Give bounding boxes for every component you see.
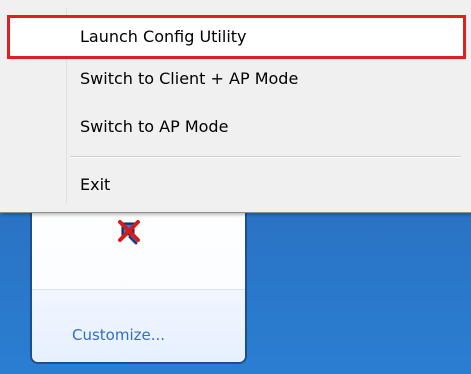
menu-item-switch-client-ap-mode[interactable]: Switch to Client + AP Mode xyxy=(10,60,463,98)
customize-link[interactable]: Customize... xyxy=(72,326,165,344)
menu-item-launch-config-utility[interactable]: Launch Config Utility xyxy=(7,15,466,59)
network-disabled-icon[interactable] xyxy=(112,214,146,248)
context-menu: Launch Config Utility Switch to Client +… xyxy=(0,0,471,213)
customize-area: Customize... xyxy=(32,289,245,362)
menu-item-exit[interactable]: Exit xyxy=(10,166,463,204)
menu-item-switch-ap-mode[interactable]: Switch to AP Mode xyxy=(10,108,463,146)
menu-separator xyxy=(70,156,461,158)
